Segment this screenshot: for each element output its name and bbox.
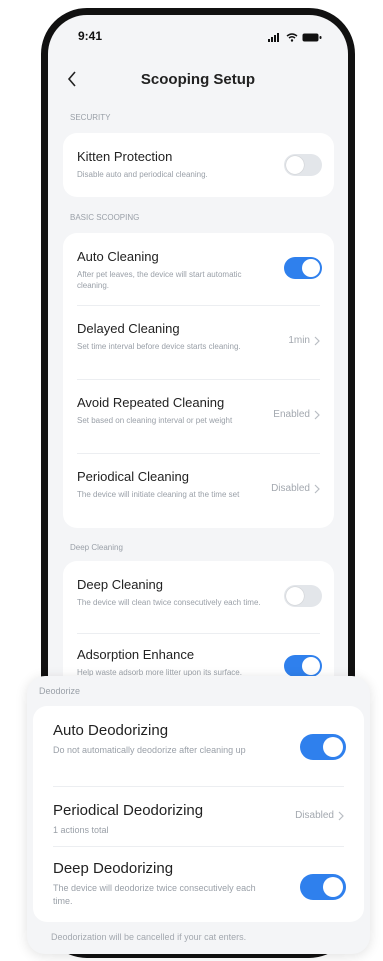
delayed-cleaning-subtitle: Set time interval before device starts c… [77,342,241,351]
delayed-cleaning-value: 1min [288,335,310,346]
status-time: 9:41 [78,29,103,43]
deep-cleaning-subtitle: The device will clean twice consecutivel… [77,598,261,607]
periodical-cleaning-row[interactable]: Periodical Cleaning The device will init… [63,453,334,528]
periodical-deodorizing-title: Periodical Deodorizing [53,802,204,819]
kitten-protection-row: Kitten Protection Disable auto and perio… [63,133,334,197]
toggle-knob [286,587,304,605]
periodical-deodorizing-row[interactable]: Periodical Deodorizing 1 actions total D… [33,786,364,846]
deep-cleaning-title: Deep Cleaning [77,577,164,592]
signal-icon [268,29,282,47]
chevron-right-icon [314,410,320,419]
status-icons [268,29,322,47]
auto-cleaning-title: Auto Cleaning [77,249,159,264]
periodical-cleaning-title: Periodical Cleaning [77,469,190,484]
avoid-repeated-value: Enabled [273,409,310,420]
delayed-cleaning-value-wrap: 1min [288,335,320,346]
periodical-cleaning-value-wrap: Disabled [271,483,320,494]
auto-deodorizing-title: Auto Deodorizing [53,722,169,739]
auto-cleaning-toggle[interactable] [284,257,322,279]
page-title: Scooping Setup [140,71,256,88]
basic-scooping-card: Auto Cleaning After pet leaves, the devi… [63,233,334,528]
deep-cleaning-toggle[interactable] [284,585,322,607]
delayed-cleaning-title: Delayed Cleaning [77,321,180,336]
adsorption-toggle[interactable] [284,655,322,677]
chevron-right-icon [314,484,320,493]
deep-deodorizing-toggle[interactable] [300,874,346,900]
nav-bar: Scooping Setup [48,59,348,99]
security-card: Kitten Protection Disable auto and perio… [63,133,334,197]
status-bar: 9:41 [48,15,348,55]
kitten-protection-subtitle: Disable auto and periodical cleaning. [77,170,208,179]
section-security-label: SECURITY [70,113,111,122]
adsorption-title: Adsorption Enhance [77,647,195,662]
auto-deodorizing-toggle[interactable] [300,734,346,760]
avoid-repeated-value-wrap: Enabled [273,409,320,420]
auto-deodorizing-row: Auto Deodorizing Do not automatically de… [33,706,364,786]
toggle-knob [302,259,320,277]
avoid-repeated-title: Avoid Repeated Cleaning [77,395,225,410]
deodorize-card: Auto Deodorizing Do not automatically de… [33,706,364,922]
delayed-cleaning-row[interactable]: Delayed Cleaning Set time interval befor… [63,305,334,379]
deep-deodorizing-row: Deep Deodorizing The device will deodori… [33,846,364,922]
chevron-right-icon [314,336,320,345]
toggle-knob [323,877,343,897]
avoid-repeated-subtitle: Set based on cleaning interval or pet we… [77,416,233,425]
toggle-knob [302,657,320,675]
section-basic-label: BASIC SCOOPING [70,213,140,222]
auto-deodorizing-subtitle: Do not automatically deodorize after cle… [53,745,246,755]
kitten-protection-toggle[interactable] [284,154,322,176]
battery-icon [302,29,322,47]
avoid-repeated-row[interactable]: Avoid Repeated Cleaning Set based on cle… [63,379,334,453]
auto-cleaning-row: Auto Cleaning After pet leaves, the devi… [63,233,334,305]
deep-cleaning-row: Deep Cleaning The device will clean twic… [63,561,334,633]
periodical-deodorizing-value: Disabled [295,810,334,821]
kitten-protection-title: Kitten Protection [77,149,173,164]
toggle-knob [286,156,304,174]
chevron-right-icon [338,811,344,820]
section-deodorize-label: Deodorize [39,686,81,696]
deodorize-footer-note: Deodorization will be cancelled if your … [51,932,247,942]
periodical-cleaning-subtitle: The device will initiate cleaning at the… [77,490,240,499]
periodical-cleaning-value: Disabled [271,483,310,494]
periodical-deodorizing-subtitle: 1 actions total [53,825,109,835]
deodorize-panel: Deodorize Auto Deodorizing Do not automa… [27,676,370,954]
deep-deodorizing-title: Deep Deodorizing [53,860,174,877]
deep-deodorizing-subtitle: The device will deodorize twice consecut… [53,883,256,906]
auto-cleaning-subtitle: After pet leaves, the device will start … [77,270,242,290]
periodical-deodorizing-value-wrap: Disabled [295,810,344,821]
section-deep-label: Deep Cleaning [70,543,123,552]
toggle-knob [323,737,343,757]
wifi-icon [286,29,298,47]
